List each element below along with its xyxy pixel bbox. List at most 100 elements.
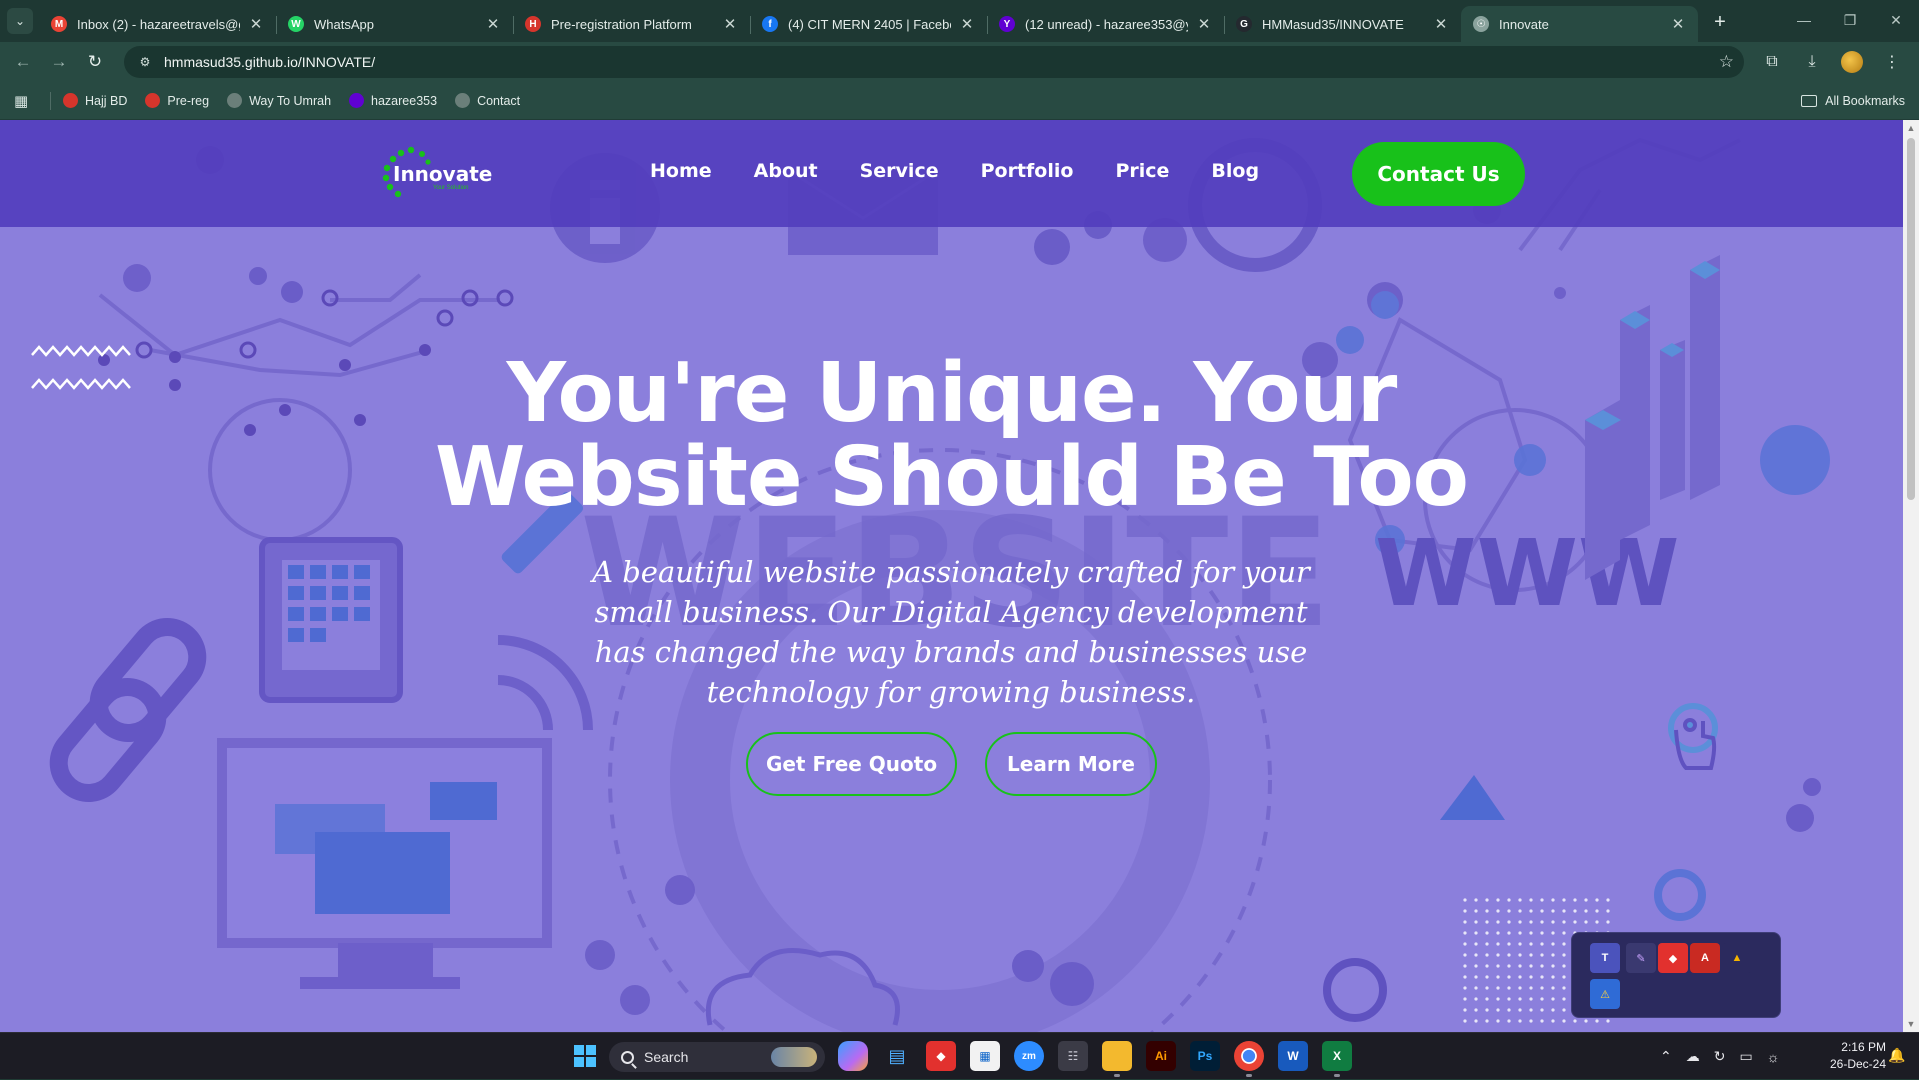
logo-name[interactable]: Innovate	[393, 162, 492, 186]
bookmark-item[interactable]: hazaree353	[349, 93, 437, 108]
contact-us-button[interactable]: Contact Us	[1352, 142, 1525, 206]
system-tray: ⌃ ☁ ↻ ▭ ☼	[1660, 1033, 1780, 1080]
excel-icon[interactable]: X	[1322, 1041, 1352, 1077]
tab-title: Inbox (2) - hazareetravels@gmail.com	[77, 16, 240, 32]
nav-about[interactable]: About	[754, 160, 818, 182]
network-volume-icon[interactable]: ☼	[1767, 1049, 1780, 1065]
scrollbar-thumb[interactable]	[1907, 138, 1915, 500]
download-icon[interactable]: ⤓	[1798, 48, 1826, 76]
defender-warning-icon[interactable]: ⚠	[1590, 979, 1620, 1009]
tab-search-button[interactable]: ⌄	[7, 8, 33, 34]
decor-dot	[1573, 1019, 1577, 1023]
decor-dot	[1551, 920, 1555, 924]
store-icon[interactable]: ▦	[970, 1041, 1000, 1071]
tab-github[interactable]: G HMMasud35/INNOVATE ✕	[1224, 6, 1461, 42]
display-icon[interactable]: ▭	[1739, 1048, 1752, 1065]
decor-dot	[1485, 898, 1489, 902]
scroll-down-icon[interactable]: ▼	[1903, 1016, 1919, 1032]
tab-globe[interactable]: ☉ Innovate ✕	[1461, 6, 1698, 42]
minimize-icon[interactable]: —	[1781, 0, 1827, 40]
close-window-icon[interactable]: ✕	[1873, 0, 1919, 40]
tab-close-icon[interactable]: ✕	[722, 15, 738, 33]
bookmark-favicon-icon	[227, 93, 243, 108]
copilot-icon[interactable]	[838, 1041, 868, 1071]
get-free-quote-button[interactable]: Get Free Quoto	[746, 732, 957, 796]
decor-dot	[1573, 909, 1577, 913]
tab-facebook[interactable]: f (4) CIT MERN 2405 | Facebook ✕	[750, 6, 987, 42]
tab-strip: ⌄ M Inbox (2) - hazareetravels@gmail.com ✕…	[0, 0, 1919, 42]
decor-dot	[1474, 931, 1478, 935]
url-text[interactable]: hmmasud35.github.io/INNOVATE/	[164, 54, 1719, 70]
tab-yahoo[interactable]: Y (12 unread) - hazaree353@yahoo.com ✕	[987, 6, 1224, 42]
bookmark-item[interactable]: Hajj BD	[63, 93, 127, 108]
tab-gmail[interactable]: M Inbox (2) - hazareetravels@gmail.com ✕	[39, 6, 276, 42]
scroll-up-icon[interactable]: ▲	[1903, 120, 1919, 136]
pen-icon[interactable]: ✎	[1626, 943, 1656, 973]
taskbar-clock[interactable]: 2:16 PM 26-Dec-24	[1812, 1039, 1886, 1073]
tab-title: WhatsApp	[314, 16, 374, 32]
decor-dot	[1540, 953, 1544, 957]
apps-grid-icon[interactable]: ▦	[14, 92, 38, 110]
tab-close-icon[interactable]: ✕	[1433, 15, 1449, 33]
word-icon[interactable]: W	[1278, 1041, 1308, 1071]
all-bookmarks-button[interactable]: All Bookmarks	[1801, 94, 1905, 108]
tab-close-icon[interactable]: ✕	[1670, 15, 1686, 33]
show-hidden-icons-chevron-icon[interactable]: ⌃	[1660, 1048, 1672, 1065]
notification-bell-icon[interactable]: 🔔	[1888, 1047, 1905, 1064]
zoom-icon[interactable]: zm	[1014, 1041, 1044, 1071]
decor-dot	[1518, 964, 1522, 968]
new-tab-button[interactable]: +	[1708, 11, 1732, 34]
teams-icon[interactable]: T	[1590, 943, 1620, 973]
anydesk-icon[interactable]: ◆	[1658, 943, 1688, 973]
chrome-menu-icon[interactable]: ⋮	[1878, 48, 1906, 76]
decor-dot	[1496, 909, 1500, 913]
acrobat-icon[interactable]: A	[1690, 943, 1720, 973]
tab-close-icon[interactable]: ✕	[1196, 15, 1212, 33]
learn-more-button[interactable]: Learn More	[985, 732, 1157, 796]
nav-home[interactable]: Home	[650, 160, 712, 182]
tab-hajj[interactable]: H Pre-registration Platform ✕	[513, 6, 750, 42]
profile-avatar[interactable]	[1838, 48, 1866, 76]
taskbar-search[interactable]: Search	[609, 1042, 825, 1072]
decor-dot	[1606, 898, 1610, 902]
tab-close-icon[interactable]: ✕	[959, 15, 975, 33]
tab-whatsapp[interactable]: W WhatsApp ✕	[276, 6, 513, 42]
photoshop-icon[interactable]: Ps	[1190, 1041, 1220, 1071]
nav-price[interactable]: Price	[1115, 160, 1169, 182]
nav-service[interactable]: Service	[860, 160, 939, 182]
back-icon[interactable]: ←	[6, 45, 40, 79]
reload-icon[interactable]: ↻	[78, 45, 112, 79]
bookmark-star-icon[interactable]: ☆	[1719, 52, 1734, 72]
forward-icon[interactable]: →	[42, 45, 76, 79]
bookmark-item[interactable]: Way To Umrah	[227, 93, 331, 108]
decor-dot	[1595, 920, 1599, 924]
all-bookmarks-label: All Bookmarks	[1825, 93, 1905, 108]
calculator-icon[interactable]: ☷	[1058, 1041, 1088, 1071]
tab-close-icon[interactable]: ✕	[248, 15, 264, 33]
site-info-icon[interactable]: ⚙	[134, 51, 156, 73]
file-explorer-icon[interactable]	[1102, 1041, 1132, 1077]
decor-dot	[1463, 931, 1467, 935]
tab-close-icon[interactable]: ✕	[485, 15, 501, 33]
bookmark-item[interactable]: Contact	[455, 93, 520, 108]
address-bar[interactable]: ⚙ hmmasud35.github.io/INNOVATE/ ☆	[124, 46, 1744, 78]
anydesk-taskbar-icon[interactable]: ◆	[926, 1041, 956, 1071]
nav-portfolio[interactable]: Portfolio	[981, 160, 1074, 182]
restore-icon[interactable]: ❐	[1827, 0, 1873, 40]
decor-dot	[1474, 1008, 1478, 1012]
google-drive-icon[interactable]: ▲	[1722, 943, 1752, 973]
nav-blog[interactable]: Blog	[1211, 160, 1259, 182]
illustrator-icon[interactable]: Ai	[1146, 1041, 1176, 1071]
chat-icon[interactable]: ▤	[882, 1041, 912, 1071]
browser-toolbar: ← → ↻ ⚙ hmmasud35.github.io/INNOVATE/ ☆ …	[0, 42, 1919, 82]
bookmark-item[interactable]: Pre-reg	[145, 93, 209, 108]
onedrive-icon[interactable]: ☁	[1686, 1048, 1700, 1065]
extensions-icon[interactable]: ⧉	[1758, 48, 1786, 76]
decor-dot	[1540, 942, 1544, 946]
chrome-icon[interactable]	[1234, 1041, 1264, 1077]
decor-dot	[1562, 898, 1566, 902]
windows-start-icon[interactable]	[570, 1041, 600, 1071]
decor-dot	[1485, 997, 1489, 1001]
page-scrollbar[interactable]: ▲ ▼	[1903, 120, 1919, 1032]
sync-icon[interactable]: ↻	[1714, 1048, 1726, 1065]
